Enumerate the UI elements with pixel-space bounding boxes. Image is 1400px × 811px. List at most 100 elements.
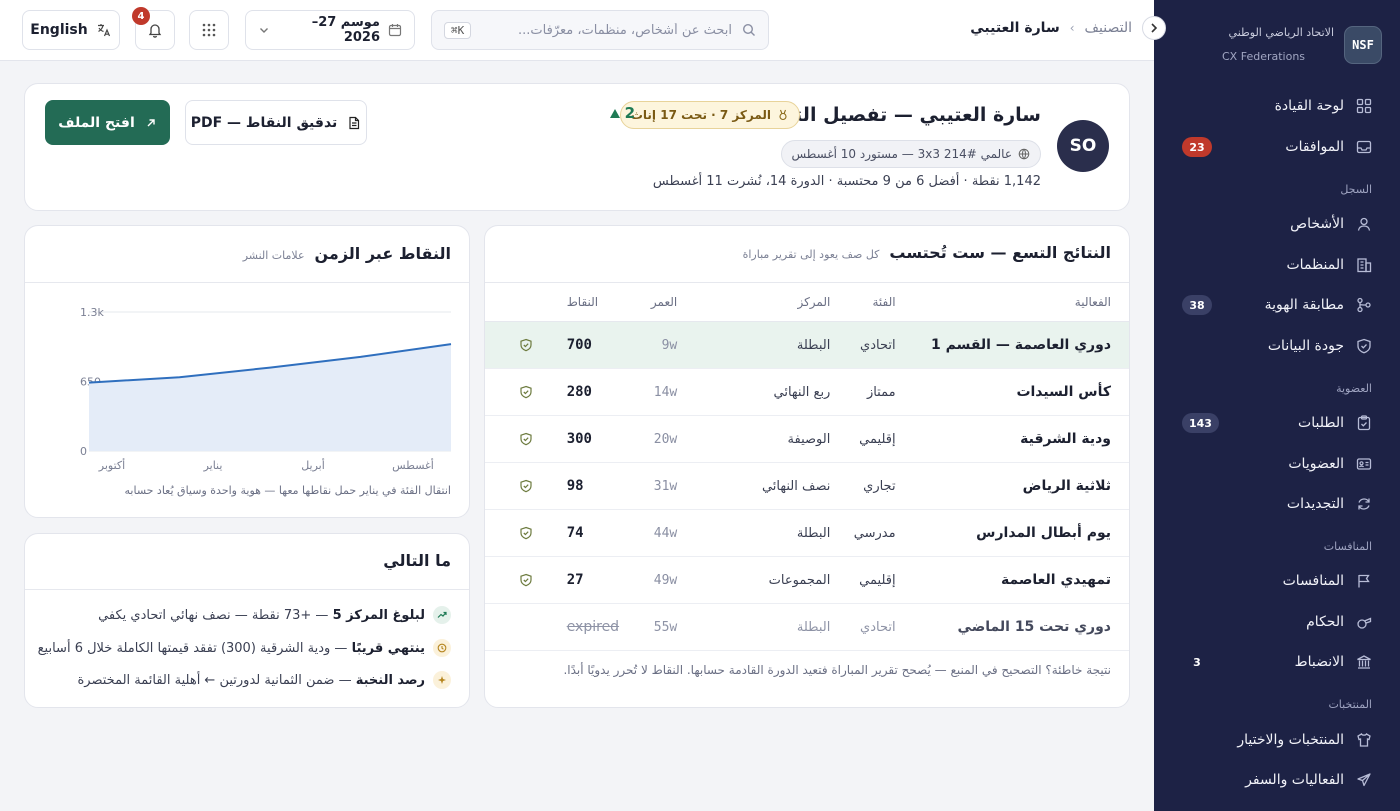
language-label: English: [30, 22, 88, 38]
cell-points: 27: [566, 556, 622, 604]
cell-category: اتحادي: [848, 603, 910, 651]
cell-event: تمهيدي العاصمة: [909, 556, 1129, 604]
table-row[interactable]: دوري العاصمة — القسم 1 اتحادي البطلة 9w 700: [485, 321, 1129, 369]
sidebar-item-events-travel[interactable]: الفعاليات والسفر: [1154, 763, 1400, 797]
sidebar-item-memberships[interactable]: العضويات: [1154, 447, 1400, 481]
column-header-points[interactable]: النقاط: [566, 282, 622, 322]
sidebar-item-identity[interactable]: مطابقة الهوية 38: [1154, 288, 1400, 322]
reference-badge-text: عالمي #214 3x3 — مستورد 10 أغسطس: [791, 147, 1013, 161]
nav-section-competitions: المنافسات: [1323, 540, 1372, 553]
chart-title: النقاط عبر الزمن: [314, 244, 451, 263]
shield-check-icon: [520, 479, 532, 493]
breadcrumb: التصنيف › سارة العتيبي: [970, 20, 1132, 36]
profile-header-card: SO سارة العتيبي — تفصيل التصنيف المركز 7…: [24, 83, 1130, 211]
building-icon: [1357, 258, 1372, 273]
rank-delta-value: 2: [624, 104, 635, 122]
points-chart: 06501.3kأكتوبر يناير أبريل أغسطس: [80, 306, 452, 472]
sidebar-item-organizations[interactable]: المنظمات: [1154, 248, 1400, 282]
discipline-count-badge: 3: [1193, 655, 1201, 669]
global-search[interactable]: ⌘K: [431, 10, 769, 50]
table-row[interactable]: دوري تحت 15 الماضي اتحادي البطلة 55w expired: [485, 603, 1129, 651]
brand-logo: NSF: [1344, 26, 1382, 64]
column-header-event[interactable]: الفعالية: [909, 282, 1129, 322]
apps-grid-icon: [202, 23, 216, 37]
column-header-position[interactable]: المركز: [695, 282, 849, 322]
results-card-header: النتائج التسع — ست تُحتسب كل صف يعود إلى…: [743, 243, 1111, 262]
language-switch[interactable]: English: [22, 10, 120, 50]
search-input[interactable]: [481, 22, 732, 38]
chevron-left-icon: ›: [1069, 21, 1075, 35]
sidebar-item-renewals[interactable]: التجديدات: [1154, 487, 1400, 521]
cell-position: البطلة: [695, 603, 849, 651]
identity-count-badge: 38: [1182, 295, 1212, 315]
column-header-age[interactable]: العمر: [621, 282, 696, 322]
merge-icon: [1357, 297, 1371, 313]
column-header-verified: [485, 282, 567, 322]
points-chart-card: النقاط عبر الزمن علامات النشر 0 650 1.3k أك…: [24, 225, 470, 518]
sidebar-item-teams-selection[interactable]: المنتخبات والاختيار: [1154, 723, 1400, 757]
avatar: SO: [1057, 120, 1109, 172]
cell-age: 55w: [621, 603, 696, 651]
results-table-body: دوري العاصمة — القسم 1 اتحادي البطلة 9w 700 ك…: [485, 321, 1129, 651]
cell-verified: [485, 603, 567, 651]
season-select[interactable]: موسم 27–2026: [245, 10, 415, 50]
apps-button[interactable]: [189, 10, 229, 50]
table-row[interactable]: ودية الشرقية إقليمي الوصيفة 20w 300: [485, 415, 1129, 463]
reference-badge: عالمي #214 3x3 — مستورد 10 أغسطس: [780, 140, 1041, 168]
nav-section-membership: العضوية: [1336, 382, 1372, 395]
sidebar-collapse-button[interactable]: [1142, 16, 1166, 40]
table-row[interactable]: كأس السيدات ممتاز ربع النهائي 14w 280: [485, 368, 1129, 416]
sidebar-item-data-quality[interactable]: جودة البيانات: [1154, 329, 1400, 363]
cell-age: 49w: [621, 556, 696, 604]
table-row[interactable]: ثلاثية الرياض تجاري نصف النهائي 31w 98: [485, 462, 1129, 510]
shield-check-icon: [520, 338, 532, 352]
bell-icon: [148, 24, 162, 38]
rank-badge-text: المركز 7 · تحت 17 إناث: [630, 108, 771, 122]
sidebar-item-applications[interactable]: الطلبات 143: [1154, 406, 1400, 440]
x-tick-label: يناير: [203, 459, 223, 472]
divider: [25, 282, 469, 283]
cell-event: يوم أبطال المدارس: [909, 509, 1129, 557]
column-header-category[interactable]: الفئة: [848, 282, 910, 322]
sidebar-item-approvals[interactable]: الموافقات 23: [1154, 130, 1400, 164]
sidebar-item-referees[interactable]: الحكام: [1154, 605, 1400, 639]
next-title: ما التالي: [383, 551, 451, 570]
grid-icon: [1356, 98, 1372, 114]
shield-check-icon: [1357, 338, 1371, 354]
triangle-up-icon: [609, 108, 620, 118]
next-item-text: لبلوغ المركز 5 — +73 نقطة — نصف نهائي ات…: [98, 607, 425, 623]
sidebar-item-dashboard[interactable]: لوحة القيادة: [1154, 89, 1400, 123]
chart-card-header: النقاط عبر الزمن علامات النشر: [243, 244, 451, 263]
cell-age: 31w: [621, 462, 696, 510]
sidebar-item-competitions[interactable]: المنافسات: [1154, 564, 1400, 598]
chart-subtitle-toggle[interactable]: علامات النشر: [243, 249, 305, 262]
cell-verified: [485, 321, 567, 369]
sparkle-icon: [433, 671, 451, 689]
notifications-button[interactable]: 4: [132, 7, 175, 50]
sidebar-item-people[interactable]: الأشخاص: [1154, 207, 1400, 241]
next-item-text: رصد النخبة — ضمن الثمانية لدورتين ← أهلي…: [77, 672, 426, 688]
translate-icon: [97, 24, 110, 37]
shield-check-icon: [520, 526, 532, 540]
id-card-icon: [1356, 458, 1372, 470]
cell-points: 300: [566, 415, 622, 463]
table-row[interactable]: يوم أبطال المدارس مدرسي البطلة 44w 74: [485, 509, 1129, 557]
cell-event: دوري العاصمة — القسم 1: [909, 321, 1129, 369]
sidebar-item-label: الحكام: [1306, 614, 1344, 630]
cell-verified: [485, 509, 567, 557]
next-item-expiring: ينتهي قريبًا — ودية الشرقية (300) تفقد ق…: [38, 639, 451, 657]
table-row[interactable]: تمهيدي العاصمة إقليمي المجموعات 49w 27: [485, 556, 1129, 604]
brand-name: الاتحاد الرياضي الوطني: [1228, 26, 1334, 39]
open-profile-button[interactable]: افتح الملف: [45, 100, 170, 145]
sidebar-item-label: المنظمات: [1286, 257, 1345, 273]
sidebar-item-label: المنافسات: [1282, 573, 1344, 589]
points-audit-pdf-button[interactable]: تدقيق النقاط — PDF: [185, 100, 367, 145]
sidebar-item-discipline[interactable]: الانضباط 3: [1154, 645, 1400, 679]
sidebar: NSF الاتحاد الرياضي الوطني CX Federation…: [1142, 0, 1400, 811]
cell-category: إقليمي: [848, 415, 910, 463]
breadcrumb-parent-link[interactable]: التصنيف: [1085, 20, 1132, 36]
next-item-target: لبلوغ المركز 5 — +73 نقطة — نصف نهائي ات…: [98, 606, 451, 624]
next-card-header: ما التالي: [383, 551, 451, 570]
cell-position: الوصيفة: [695, 415, 849, 463]
cell-position: ربع النهائي: [695, 368, 849, 416]
